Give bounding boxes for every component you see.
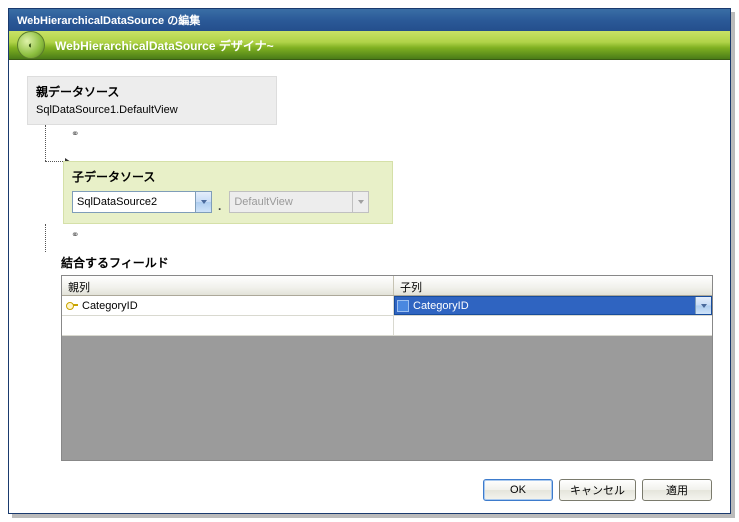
apply-button[interactable]: 適用 xyxy=(642,479,712,501)
tree-connector: ⚭ xyxy=(39,224,79,252)
grid-empty-area xyxy=(62,336,712,460)
window-title: WebHierarchicalDataSource の編集 xyxy=(17,15,200,27)
bind-fields-grid: 親列 子列 CategoryID CategoryID xyxy=(61,275,713,461)
column-header-parent[interactable]: 親列 xyxy=(62,276,394,295)
primary-key-icon xyxy=(66,300,78,312)
child-column-cell[interactable]: CategoryID xyxy=(394,296,712,315)
dropdown-button-icon[interactable] xyxy=(695,297,711,314)
child-column-dropdown[interactable]: CategoryID xyxy=(394,296,712,315)
column-header-child[interactable]: 子列 xyxy=(394,276,712,295)
ok-button[interactable]: OK xyxy=(483,479,553,501)
datasource-icon: ◐ xyxy=(17,31,45,59)
parent-datasource-box: 親データソース SqlDataSource1.DefaultView xyxy=(27,76,277,125)
chain-link-icon: ⚭ xyxy=(71,129,79,140)
content-area: 親データソース SqlDataSource1.DefaultView ⚭ 子デー… xyxy=(9,60,730,471)
child-view-dropdown: DefaultView xyxy=(229,191,369,213)
dropdown-button-icon xyxy=(352,192,368,212)
chain-link-icon: ⚭ xyxy=(71,230,79,241)
child-header: 子データソース xyxy=(72,168,384,185)
cancel-button[interactable]: キャンセル xyxy=(559,479,636,501)
child-datasource-value: SqlDataSource2 xyxy=(77,196,195,208)
child-column-value: CategoryID xyxy=(413,300,469,312)
tree-connector: ⚭ xyxy=(39,125,79,161)
child-view-value: DefaultView xyxy=(234,196,352,208)
separator-dot: . xyxy=(218,199,223,213)
table-row[interactable]: CategoryID CategoryID xyxy=(62,296,712,316)
grid-header: 親列 子列 xyxy=(62,276,712,296)
parent-column-value: CategoryID xyxy=(82,300,138,312)
column-icon xyxy=(397,300,409,312)
dialog-button-bar: OK キャンセル 適用 xyxy=(9,471,730,513)
child-datasource-box: 子データソース SqlDataSource2 . DefaultView xyxy=(63,161,393,224)
dropdown-button-icon[interactable] xyxy=(195,192,211,212)
parent-header: 親データソース xyxy=(36,83,268,100)
bind-fields-label: 結合するフィールド xyxy=(61,254,712,271)
table-empty-row[interactable] xyxy=(62,316,712,336)
banner-title: WebHierarchicalDataSource デザイナ~ xyxy=(55,37,274,54)
child-datasource-dropdown[interactable]: SqlDataSource2 xyxy=(72,191,212,213)
parent-column-cell[interactable]: CategoryID xyxy=(62,296,394,315)
dialog-window: WebHierarchicalDataSource の編集 ◐ WebHiera… xyxy=(8,8,731,514)
titlebar: WebHierarchicalDataSource の編集 xyxy=(9,9,730,31)
designer-banner: ◐ WebHierarchicalDataSource デザイナ~ xyxy=(9,31,730,60)
parent-value: SqlDataSource1.DefaultView xyxy=(36,104,268,116)
